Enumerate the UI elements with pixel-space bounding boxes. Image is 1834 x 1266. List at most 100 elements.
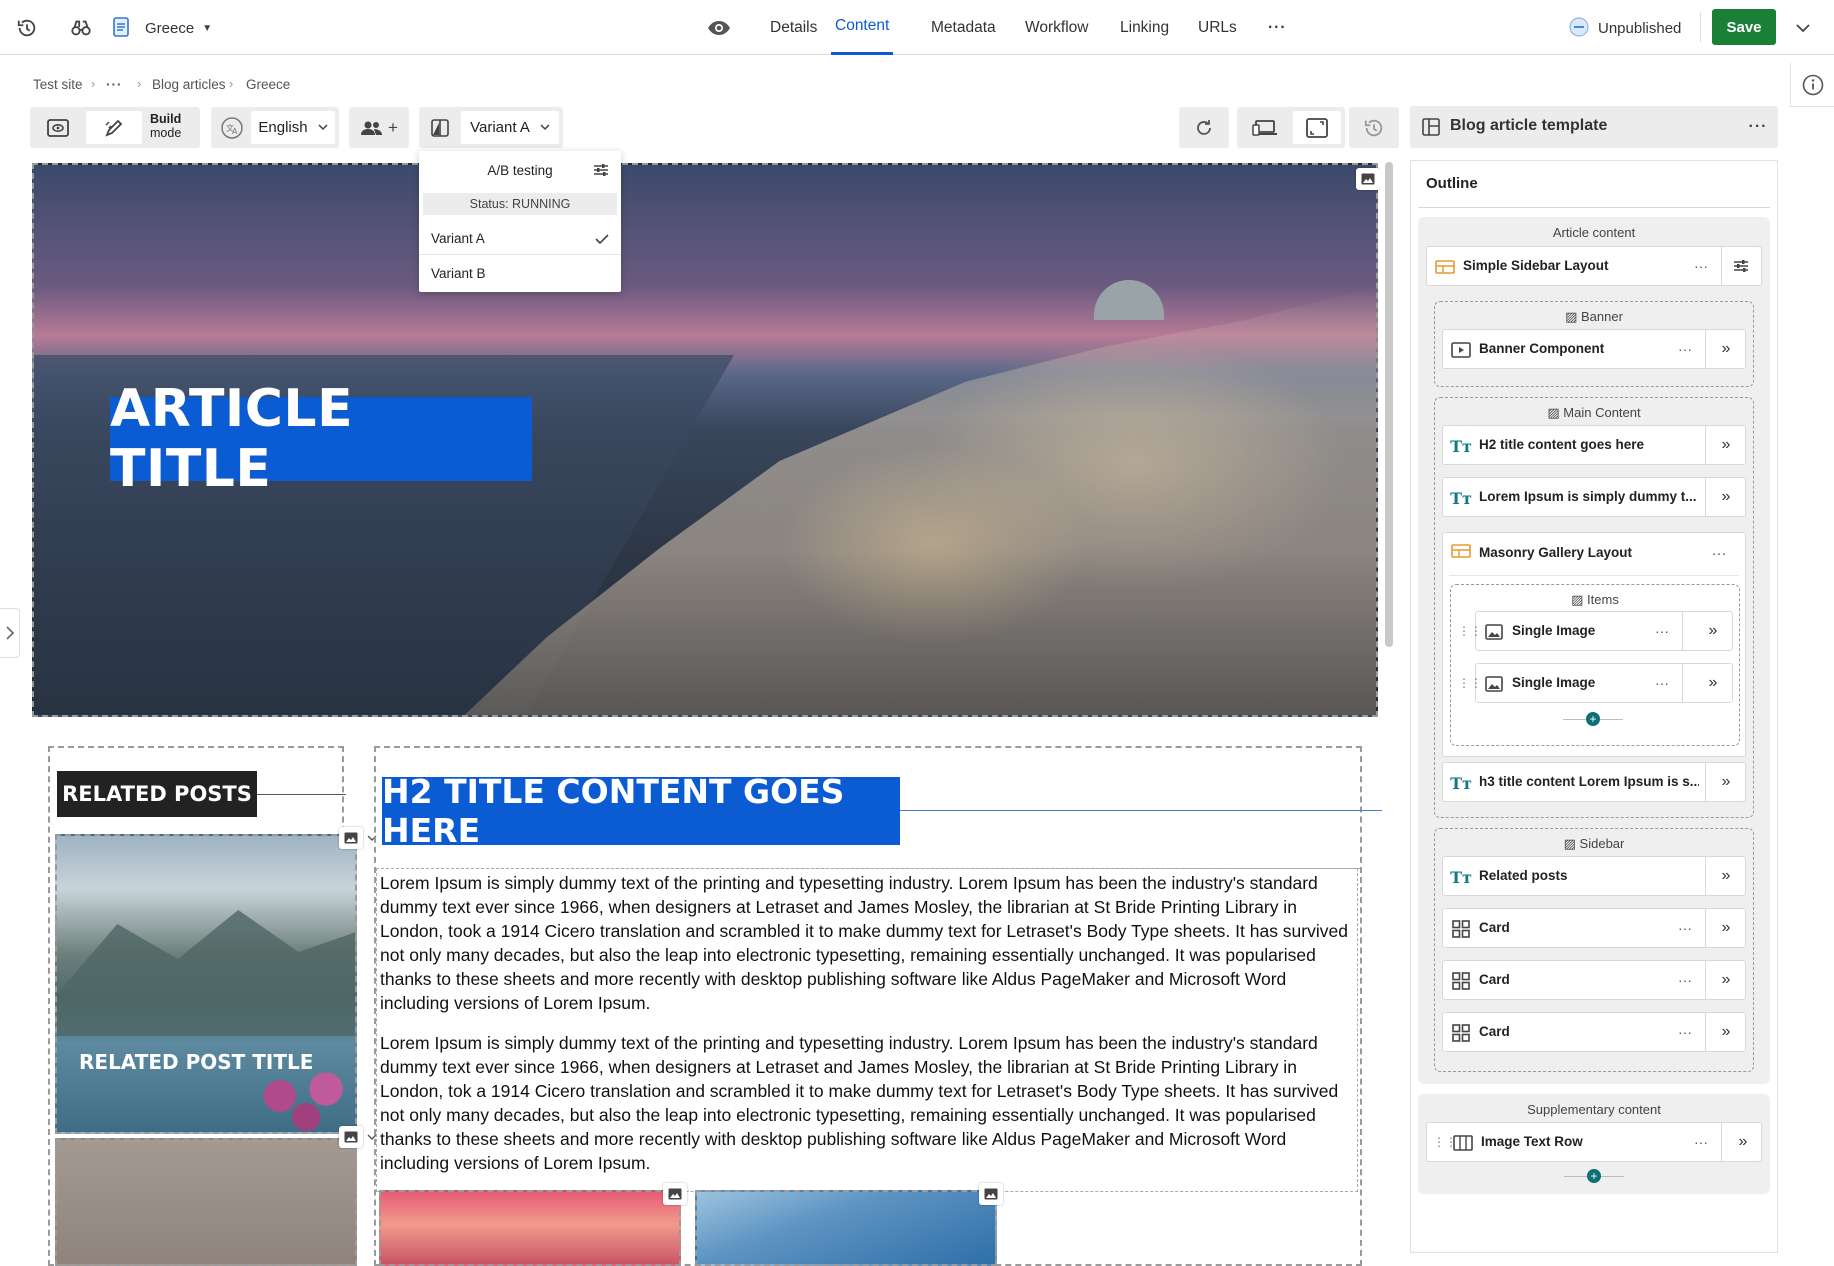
breadcrumb-more[interactable]: ··· [106,77,123,92]
outline-row-card-3[interactable]: Card ··· » [1442,1012,1746,1052]
outline-row-card-2[interactable]: Card ··· » [1442,960,1746,1000]
variant-select[interactable]: Variant A [461,111,559,144]
gallery-image-church[interactable] [695,1190,997,1266]
article-title[interactable]: ARTICLE TITLE [110,379,532,499]
more-icon[interactable]: ··· [1689,1131,1713,1153]
template-more-icon[interactable]: ··· [1746,116,1770,138]
breadcrumb-test-site[interactable]: Test site [33,77,83,92]
drag-handle-icon[interactable]: ⋮⋮ [1458,624,1482,638]
expand-chevrons-icon[interactable]: » [1715,865,1737,887]
more-icon[interactable]: ··· [1673,917,1697,939]
tab-content[interactable]: Content [831,0,894,55]
add-audience-button[interactable]: + [353,111,405,144]
expand-chevrons-icon[interactable]: » [1702,620,1724,642]
template-header: Blog article template ··· [1410,106,1778,148]
image-edit-icon[interactable] [979,1183,1003,1205]
more-icon[interactable]: ··· [1650,620,1674,642]
variant-b-option[interactable]: Variant B [419,257,621,289]
outline-row-image-text-row[interactable]: ⋮⋮ Image Text Row ··· » [1426,1122,1762,1162]
tab-workflow-label: Workflow [1025,18,1089,36]
preview-eye-icon[interactable] [706,15,732,41]
add-item-icon[interactable]: + [1586,712,1600,726]
expand-chevrons-icon[interactable]: » [1715,771,1737,793]
drag-handle-icon[interactable]: ⋮⋮ [1458,676,1482,690]
image-edit-icon[interactable] [1356,168,1380,190]
divider [1721,1123,1722,1161]
save-options-chevron-icon[interactable] [1790,15,1816,41]
text-type-icon: Tт [1450,773,1472,793]
canvas-scrollbar[interactable] [1385,162,1393,647]
tab-linking[interactable]: Linking [1120,0,1169,55]
outline-row-single-image-2[interactable]: ⋮⋮ Single Image ··· » [1458,663,1733,703]
related-post-card[interactable] [55,834,357,1134]
related-post-card-2[interactable] [55,1138,357,1266]
language-select[interactable]: English [251,111,335,144]
expand-chevrons-icon[interactable]: » [1715,969,1737,991]
expand-chevrons-icon[interactable]: » [1732,1131,1754,1153]
image-edit-icon[interactable] [339,1126,363,1148]
left-panel-expand-button[interactable] [0,608,20,658]
card-grid-icon [1451,1023,1471,1043]
binoculars-icon[interactable] [68,15,94,41]
outline-row-banner-component[interactable]: Banner Component ··· » [1442,329,1746,369]
more-tabs-button[interactable]: ··· [1268,0,1287,55]
refresh-button[interactable] [1183,111,1225,144]
variant-a-option[interactable]: Variant A [419,223,621,255]
row-label: Single Image [1512,675,1596,690]
gallery-image-sunset[interactable] [379,1190,681,1266]
device-preview-button[interactable] [1241,111,1289,144]
ab-testing-title: A/B testing [487,162,553,178]
tab-metadata[interactable]: Metadata [931,0,996,55]
expand-chevrons-icon[interactable]: » [1715,434,1737,456]
tab-workflow[interactable]: Workflow [1025,0,1088,55]
tab-urls[interactable]: URLs [1198,0,1237,55]
masonry-gallery-label[interactable]: Masonry Gallery Layout [1479,545,1632,560]
related-posts-heading[interactable]: RELATED POSTS [57,771,257,817]
ab-test-icon[interactable] [423,111,457,144]
outline-row-lorem-text[interactable]: Tт Lorem Ipsum is simply dummy t... » [1442,477,1746,517]
save-button[interactable]: Save [1712,9,1776,45]
image-edit-icon[interactable] [663,1183,687,1205]
outline-row-card-1[interactable]: Card ··· » [1442,908,1746,948]
page-icon [110,15,132,39]
more-icon[interactable]: ··· [1673,338,1697,360]
more-icon[interactable]: ··· [1689,255,1713,277]
breadcrumb-blog-articles[interactable]: Blog articles [152,77,226,92]
build-mode-button[interactable] [86,111,142,144]
sliders-icon[interactable] [1730,255,1752,277]
info-icon [1802,74,1823,95]
outline-row-related-posts[interactable]: Tт Related posts » [1442,856,1746,896]
expand-chevrons-icon[interactable]: » [1702,672,1724,694]
history-icon[interactable] [14,15,40,41]
more-icon[interactable]: ··· [1673,1021,1697,1043]
columns-icon [1453,1133,1473,1153]
add-component-icon[interactable]: + [1587,1169,1601,1183]
image-icon [1484,674,1504,694]
expand-chevrons-icon[interactable]: » [1715,338,1737,360]
history-group [1349,107,1399,148]
image-edit-icon[interactable] [339,827,363,849]
expand-chevrons-icon[interactable]: » [1715,917,1737,939]
site-dropdown[interactable]: Greece ▼ [145,15,212,41]
outline-row-simple-sidebar-layout[interactable]: Simple Sidebar Layout ··· [1426,246,1762,286]
ab-testing-dropdown: A/B testing Status: RUNNING Variant A Va… [419,151,621,292]
row-label: Card [1479,972,1510,987]
outline-row-single-image-1[interactable]: ⋮⋮ Single Image ··· » [1458,611,1733,651]
sliders-icon[interactable] [591,161,611,179]
tab-details[interactable]: Details [770,0,817,55]
fullscreen-button[interactable] [1293,111,1341,144]
outline-row-h3-title[interactable]: Tт h3 title content Lorem Ipsum is s... … [1442,762,1746,802]
translate-icon[interactable]: 文A [217,113,247,143]
related-post-title[interactable]: RELATED POST TITLE [79,1050,313,1074]
more-icon[interactable]: ··· [1650,672,1674,694]
info-button[interactable] [1790,63,1834,107]
expand-chevrons-icon[interactable]: » [1715,486,1737,508]
outline-row-h2-title[interactable]: Tт H2 title content goes here » [1442,425,1746,465]
version-history-button[interactable] [1353,111,1395,144]
expand-chevrons-icon[interactable]: » [1715,1021,1737,1043]
more-icon[interactable]: ··· [1673,969,1697,991]
h2-title[interactable]: H2 TITLE CONTENT GOES HERE [382,772,900,850]
variant-select-label: Variant A [470,119,530,136]
more-icon[interactable]: ··· [1707,542,1731,564]
preview-mode-button[interactable] [34,111,82,144]
